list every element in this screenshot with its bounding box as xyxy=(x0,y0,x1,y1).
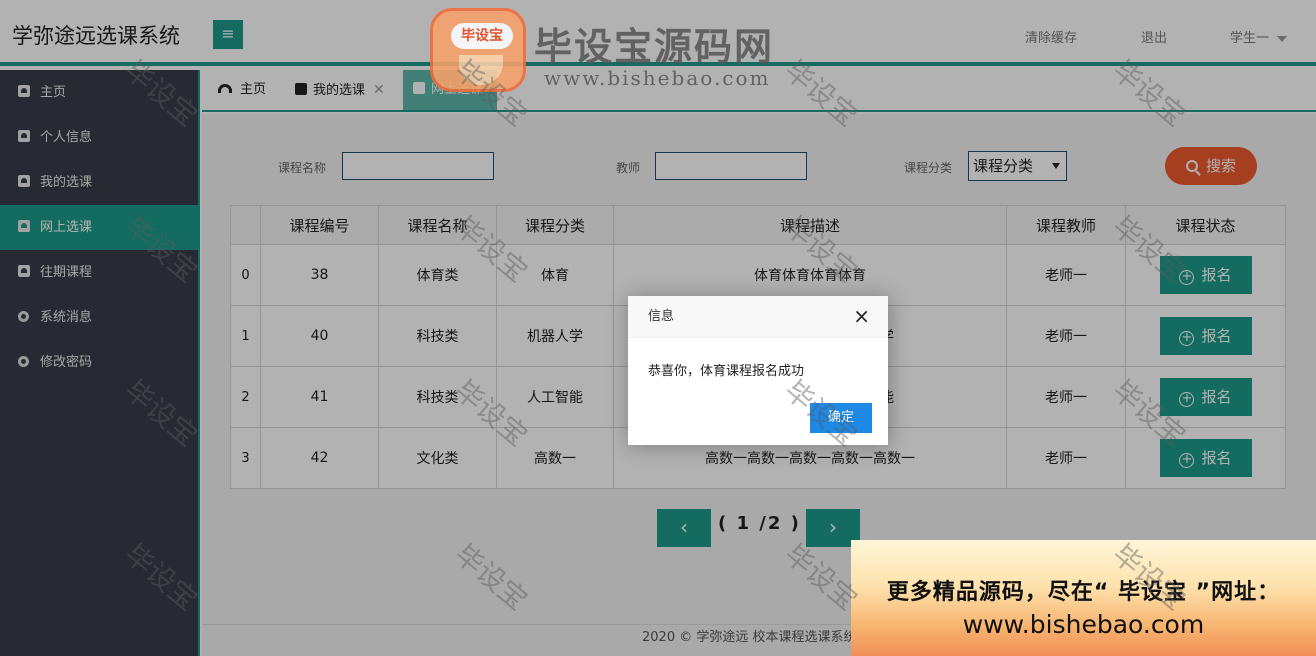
logo-url-text: www.bishebao.com xyxy=(544,66,771,90)
close-icon[interactable]: × xyxy=(853,304,870,328)
logo-brand-text: 毕设宝源码网 xyxy=(534,25,775,69)
info-dialog: 信息 × 恭喜你，体育课程报名成功 确定 xyxy=(628,296,888,445)
ok-button[interactable]: 确定 xyxy=(810,403,872,433)
dialog-title: 信息 xyxy=(628,296,888,338)
dialog-message: 恭喜你，体育课程报名成功 xyxy=(648,364,805,379)
promo-banner: 更多精品源码，尽在“ 毕设宝 ”网址： www.bishebao.com xyxy=(851,540,1316,656)
mascot-face-icon xyxy=(459,55,503,85)
promo-line-1: 更多精品源码，尽在“ 毕设宝 ”网址： xyxy=(886,580,1281,605)
watermark-logo: 毕设宝 毕设宝源码网 www.bishebao.com xyxy=(430,8,810,98)
promo-url: www.bishebao.com xyxy=(962,610,1205,639)
mascot-badge-icon: 毕设宝 xyxy=(430,8,526,92)
badge-label: 毕设宝 xyxy=(451,23,513,49)
